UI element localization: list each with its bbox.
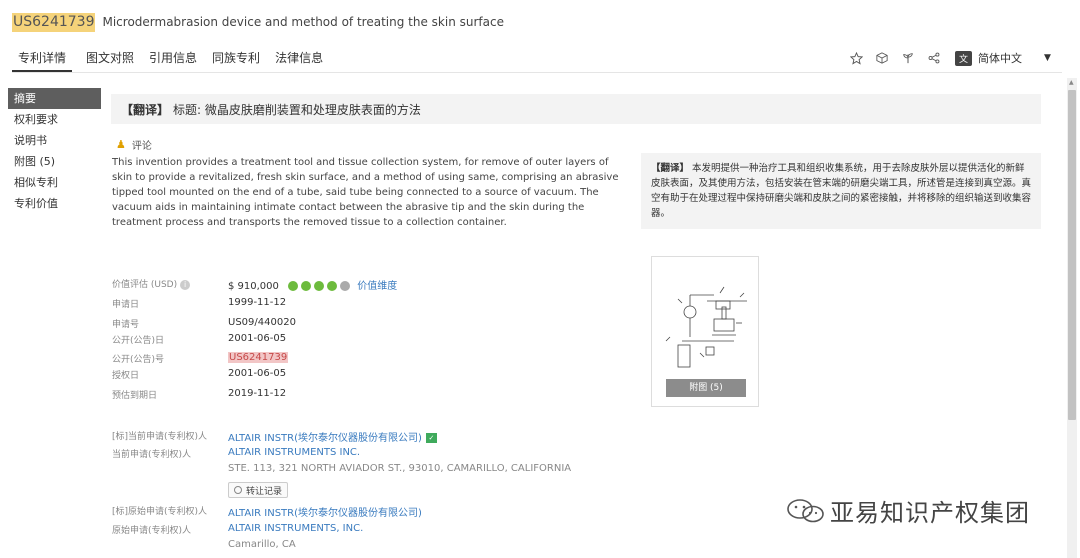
reviewer-icon: ♟ (116, 138, 126, 151)
detail-tabs: 专利详情 图文对照 引用信息 同族专利 法律信息 (12, 48, 337, 72)
info-icon[interactable]: i (180, 280, 191, 290)
language-label: 简体中文 (978, 52, 1022, 65)
value-dimension-link[interactable]: 价值维度 (357, 281, 397, 292)
sidebar-item-abstract[interactable]: 摘要 (8, 88, 101, 109)
sidebar-item-similar[interactable]: 相似专利 (8, 172, 101, 193)
expiry-value: 2019-11-12 (228, 388, 287, 399)
app-no-label: 申请号 (112, 320, 140, 330)
translate-icon: 文 (955, 50, 972, 66)
sidebar-item-figures[interactable]: 附图 (5) (8, 151, 101, 172)
watermark-text: 亚易知识产权集团 (830, 499, 1030, 527)
cur-address: STE. 113, 321 NORTH AVIADOR ST., 93010, … (228, 463, 572, 474)
tab-citations[interactable]: 引用信息 (148, 48, 198, 72)
section-sidebar: 摘要 权利要求 说明书 附图 (5) 相似专利 专利价值 (8, 88, 101, 214)
std-assignee-link[interactable]: ALTAIR INSTR(埃尔泰尔仪器股份有限公司) (228, 433, 422, 444)
rating-dot-icon (288, 281, 299, 291)
clock-icon (234, 486, 242, 494)
chevron-down-icon: ▼ (1044, 53, 1051, 63)
tab-patent-details[interactable]: 专利详情 (12, 48, 73, 72)
patent-drawing-icon (665, 286, 747, 368)
scroll-up-icon[interactable]: ▲ (1069, 79, 1074, 86)
sidebar-item-description[interactable]: 说明书 (8, 130, 101, 151)
figure-thumbnail[interactable]: 附图 (5) (651, 256, 759, 407)
translated-title: 标题: 微晶皮肤磨削装置和处理皮肤表面的方法 (173, 102, 421, 117)
rating-dot-icon (314, 281, 325, 291)
wechat-icon (787, 498, 824, 522)
cur-assignee-label: 当前申请(专利权)人 (112, 450, 192, 460)
abstract-text: This invention provides a treatment tool… (112, 157, 619, 228)
value-amount: $ 910,000 (228, 281, 279, 292)
figures-button[interactable]: 附图 (5) (666, 379, 746, 397)
abstract-translation-text: 本发明提供一种治疗工具和组织收集系统，用于去除皮肤外层以提供活化的新鲜皮肤表面，… (651, 163, 1032, 219)
patent-title: Microdermabrasion device and method of t… (102, 15, 504, 29)
verified-icon: ✓ (425, 433, 437, 443)
sidebar-item-value[interactable]: 专利价值 (8, 193, 101, 214)
pub-no-label: 公开(公告)号 (112, 355, 165, 365)
cur-assignee-link[interactable]: ALTAIR INSTRUMENTS INC. (228, 447, 360, 458)
patent-number: US6241739 (12, 12, 96, 32)
orig-location: Camarillo, CA (228, 539, 296, 550)
transfer-record-label: 转让记录 (246, 486, 283, 497)
app-date-value: 1999-11-12 (228, 297, 287, 308)
abstract-translation: 【翻译】 本发明提供一种治疗工具和组织收集系统，用于去除皮肤外层以提供活化的新鲜… (641, 153, 1041, 229)
tab-text-figure[interactable]: 图文对照 (85, 48, 135, 72)
orig-assignee-label: 原始申请(专利权)人 (112, 526, 192, 536)
pub-date-label: 公开(公告)日 (112, 336, 165, 346)
std-assignee-label: [标]当前申请(专利权)人 (112, 432, 208, 442)
tab-family[interactable]: 同族专利 (211, 48, 261, 72)
patent-title-bar: US6241739 Microdermabrasion device and m… (12, 12, 504, 32)
rating-dot-icon (301, 281, 312, 291)
plant-icon[interactable] (901, 51, 915, 65)
rating-dot-icon (327, 281, 338, 291)
share-icon[interactable] (927, 51, 941, 65)
language-selector[interactable]: 文 简体中文 ▼ (955, 50, 1051, 66)
rating-dot-icon (340, 281, 351, 291)
pub-date-value: 2001-06-05 (228, 333, 287, 344)
pub-no-value: US6241739 (228, 352, 289, 363)
grant-date-label: 授权日 (112, 371, 140, 381)
tabs-divider (12, 72, 1062, 73)
watermark: 亚易知识产权集团 (786, 493, 1030, 528)
orig-std-assignee-link[interactable]: ALTAIR INSTR(埃尔泰尔仪器股份有限公司) (228, 504, 422, 519)
review-label: 评论 (131, 141, 152, 152)
cube-icon[interactable] (875, 51, 889, 65)
review-link[interactable]: ♟ 评论 (116, 137, 152, 152)
value-label: 价值评估 (USD) (112, 280, 178, 290)
app-no-value: US09/440020 (228, 317, 296, 328)
scroll-thumb[interactable] (1068, 90, 1076, 420)
transfer-record-button[interactable]: 转让记录 (228, 482, 289, 498)
expiry-label: 预估到期日 (112, 391, 158, 401)
orig-std-assignee-label: [标]原始申请(专利权)人 (112, 507, 208, 517)
sidebar-item-claims[interactable]: 权利要求 (8, 109, 101, 130)
translate-tag: 【翻译】 (121, 102, 170, 117)
toolbar: 文 简体中文 ▼ (849, 48, 1051, 68)
value-rating (288, 281, 351, 291)
translate-tag: 【翻译】 (651, 163, 690, 174)
translated-title-bar: 【翻译】 标题: 微晶皮肤磨削装置和处理皮肤表面的方法 (111, 94, 1041, 124)
orig-assignee-link[interactable]: ALTAIR INSTRUMENTS, INC. (228, 523, 363, 534)
app-date-label: 申请日 (112, 300, 140, 310)
grant-date-value: 2001-06-05 (228, 368, 287, 379)
tab-legal[interactable]: 法律信息 (274, 48, 324, 72)
page-scrollbar[interactable]: ▲ (1067, 78, 1077, 558)
star-icon[interactable] (849, 51, 863, 65)
